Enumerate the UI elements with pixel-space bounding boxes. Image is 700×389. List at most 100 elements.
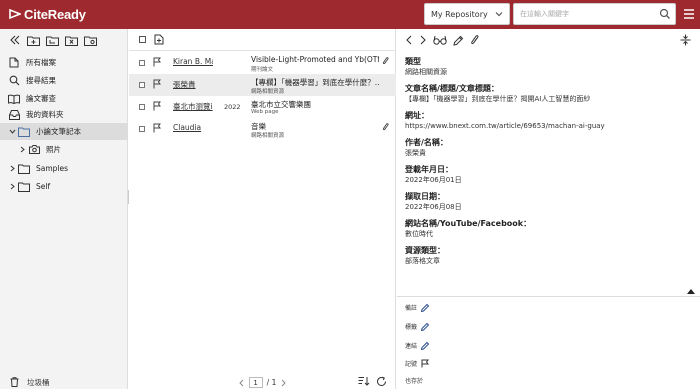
sidebar-item-samples[interactable]: Samples xyxy=(0,160,128,177)
field-label: 類型 xyxy=(405,57,421,66)
compress-icon[interactable] xyxy=(680,34,691,46)
field-label: 登載年月日： xyxy=(405,165,453,174)
edit-icon[interactable] xyxy=(453,35,464,46)
section-label: 連結 xyxy=(405,342,418,350)
sidebar: 所有檔案 搜尋結果 論文審查 我的資料夾 小論文筆記本 照片 Samples S… xyxy=(0,29,128,389)
field-published-date: 登載年月日： 2022年06月01日 xyxy=(405,164,695,186)
field-value: 2022年06月01日 xyxy=(405,176,462,184)
attachment-icon[interactable] xyxy=(382,56,389,68)
menu-icon[interactable] xyxy=(683,7,695,23)
chevron-right-icon[interactable] xyxy=(8,181,16,193)
sidebar-item-label: 我的資料夾 xyxy=(26,110,64,119)
row-checkbox[interactable] xyxy=(139,104,145,110)
chevron-right-icon[interactable] xyxy=(8,163,16,175)
glasses-icon[interactable] xyxy=(433,35,447,45)
pencil-icon[interactable] xyxy=(421,303,430,312)
section-tags[interactable]: 標籤 xyxy=(405,320,430,332)
row-author: Claudia xyxy=(173,123,202,132)
folder-icon xyxy=(18,181,30,193)
field-value[interactable]: https://www.bnext.com.tw/article/69653/m… xyxy=(405,121,695,132)
add-document-icon[interactable] xyxy=(154,34,164,45)
sidebar-item-paper-review[interactable]: 論文審查 xyxy=(0,90,128,107)
search-icon[interactable] xyxy=(659,8,671,22)
sidebar-item-search-results[interactable]: 搜尋結果 xyxy=(0,72,128,89)
search-input[interactable] xyxy=(514,4,654,24)
row-checkbox[interactable] xyxy=(139,82,145,88)
section-flags[interactable]: 記號 xyxy=(405,357,430,369)
table-row[interactable]: 張榮貴 【專欄】「機器學習」到底在學什麼？... 網路相關資源 xyxy=(129,74,396,96)
flag-icon[interactable] xyxy=(153,101,161,113)
sidebar-item-all-files[interactable]: 所有檔案 xyxy=(0,54,128,71)
pagination: 1 / 1 xyxy=(129,376,396,389)
field-title: 文章名稱/標題/文章標題： 【專欄】「機器學習」到底在學什麼？揭開AI人工智慧的… xyxy=(405,83,695,105)
new-folder-icon[interactable] xyxy=(27,34,40,47)
row-type: Web page xyxy=(251,109,279,115)
select-all-checkbox[interactable] xyxy=(139,36,146,43)
app-name: CiteReady xyxy=(24,6,86,22)
flag-icon[interactable] xyxy=(153,123,161,135)
row-checkbox[interactable] xyxy=(139,126,145,132)
refresh-icon[interactable] xyxy=(376,376,387,387)
camera-icon xyxy=(28,144,40,156)
section-links[interactable]: 連結 xyxy=(405,339,430,351)
document-list-panel: Kiran B. Mar Visible-Light-Promoted and … xyxy=(129,29,396,389)
folder-settings-icon[interactable] xyxy=(84,34,97,47)
sidebar-item-label: 論文審查 xyxy=(26,94,56,103)
field-type: 類型 網路相關資源 xyxy=(405,56,695,78)
flag-icon[interactable] xyxy=(153,57,161,69)
sidebar-item-my-folders[interactable]: 我的資料夾 xyxy=(0,106,128,123)
field-value: 網路相關資源 xyxy=(405,68,447,76)
sort-icon[interactable] xyxy=(358,376,370,387)
folder-icon xyxy=(18,163,30,175)
attachment-icon[interactable] xyxy=(382,122,389,134)
flag-icon[interactable] xyxy=(153,79,161,91)
repository-select-value: My Repository xyxy=(431,9,488,19)
sidebar-item-notebook[interactable]: 小論文筆記本 xyxy=(0,123,128,140)
section-label: 也存於 xyxy=(405,377,424,385)
prev-page-icon[interactable] xyxy=(238,379,245,387)
trash-icon xyxy=(10,377,19,387)
list-actions xyxy=(358,376,387,387)
back-icon[interactable] xyxy=(405,35,413,45)
row-author: 張榮貴 xyxy=(173,80,196,89)
page-number-input[interactable]: 1 xyxy=(248,377,263,388)
table-row[interactable]: Kiran B. Mar Visible-Light-Promoted and … xyxy=(129,52,396,74)
table-row[interactable]: 臺北市瀏覽i 2022 臺北市立交響樂團 Web page xyxy=(129,96,396,118)
collapse-sidebar-icon[interactable] xyxy=(8,34,21,47)
row-type: 期刊論文 xyxy=(251,67,274,73)
field-url: 網址： https://www.bnext.com.tw/article/696… xyxy=(405,110,695,132)
app-header: CiteReady My Repository xyxy=(0,0,700,29)
field-label: 資源類型： xyxy=(405,246,445,255)
repository-select[interactable]: My Repository xyxy=(424,3,510,25)
search-box[interactable] xyxy=(513,3,676,25)
detail-fields: 類型 網路相關資源 文章名稱/標題/文章標題： 【專欄】「機器學習」到底在學什麼… xyxy=(405,56,695,272)
table-row[interactable]: Claudia 音樂 網路相關資源 xyxy=(129,118,396,140)
delete-folder-icon[interactable] xyxy=(65,34,78,47)
sidebar-item-label: Samples xyxy=(36,164,69,173)
chevron-down-icon[interactable] xyxy=(8,126,16,138)
collapse-up-icon[interactable] xyxy=(687,289,695,294)
new-subfolder-icon[interactable] xyxy=(46,34,59,47)
section-notes[interactable]: 備註 xyxy=(405,301,430,313)
next-page-icon[interactable] xyxy=(280,379,287,387)
attachment-icon[interactable] xyxy=(470,34,479,46)
section-label: 備註 xyxy=(405,304,418,312)
pencil-icon[interactable] xyxy=(421,322,430,331)
field-label: 作者/名稱： xyxy=(405,138,448,147)
sidebar-item-trash[interactable]: 垃圾桶 xyxy=(0,375,128,389)
section-also-in[interactable]: 也存於 xyxy=(405,374,423,386)
forward-icon[interactable] xyxy=(419,35,427,45)
sidebar-item-self[interactable]: Self xyxy=(0,178,128,195)
detail-panel: 類型 網路相關資源 文章名稱/標題/文章標題： 【專欄】「機器學習」到底在學什麼… xyxy=(397,29,700,389)
app-logo[interactable]: CiteReady xyxy=(9,6,86,22)
divider xyxy=(397,296,700,297)
sidebar-item-photos[interactable]: 照片 xyxy=(0,141,128,158)
flag-icon[interactable] xyxy=(421,359,430,368)
field-value: 【專欄】「機器學習」到底在學什麼？揭開AI人工智慧的面紗 xyxy=(405,95,591,103)
sidebar-item-label: Self xyxy=(36,182,51,191)
row-checkbox[interactable] xyxy=(139,60,145,66)
pencil-icon[interactable] xyxy=(421,341,430,350)
field-value: 部落格文章 xyxy=(405,257,440,265)
chevron-right-icon[interactable] xyxy=(18,144,26,156)
field-label: 網站名稱/YouTube/Facebook： xyxy=(405,219,532,228)
